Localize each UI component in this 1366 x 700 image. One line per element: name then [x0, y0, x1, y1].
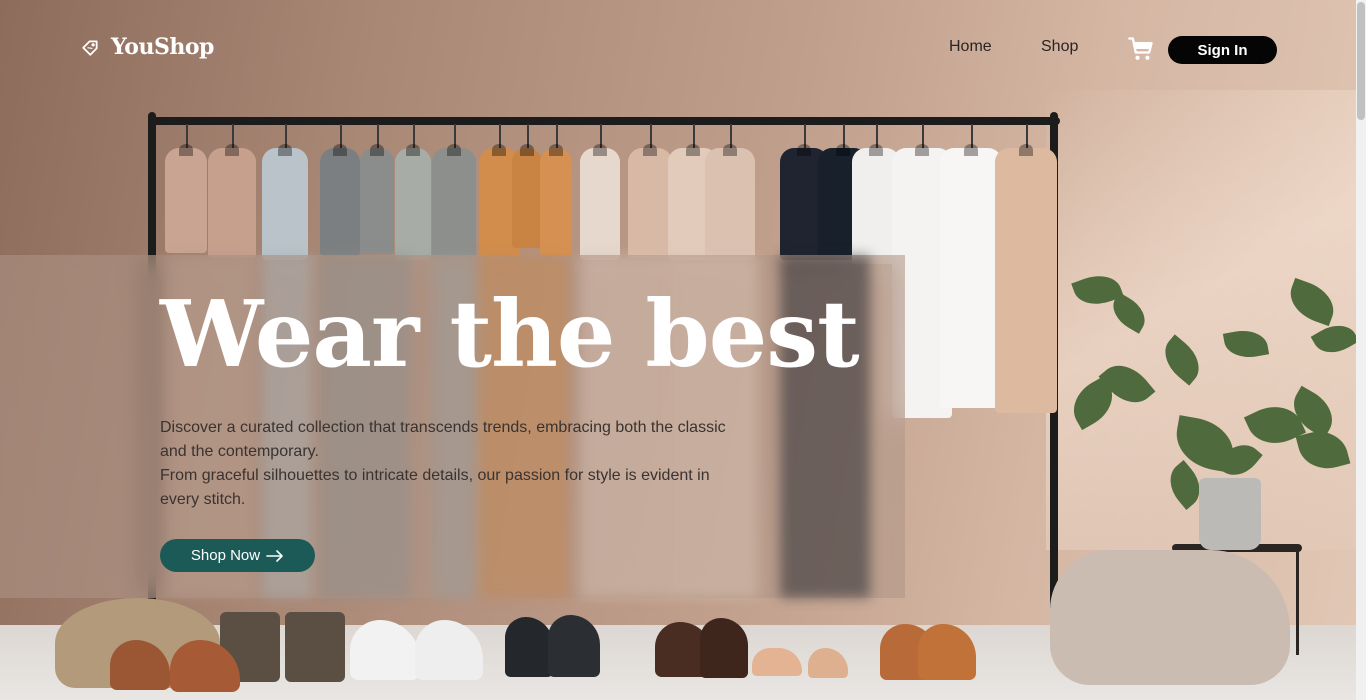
- garment: [705, 144, 755, 260]
- hero-description: Discover a curated collection that trans…: [160, 416, 750, 512]
- shop-now-label: Shop Now: [190, 547, 261, 564]
- hero-description-line: Discover a curated collection that trans…: [160, 419, 726, 460]
- garment: [540, 144, 572, 256]
- page-scrollbar[interactable]: [1356, 0, 1366, 700]
- small-basket: [285, 612, 345, 682]
- garment: [395, 144, 431, 260]
- tag-icon: [82, 40, 98, 56]
- garment: [262, 144, 308, 260]
- garment: [208, 144, 256, 258]
- plant-stand-leg: [1296, 550, 1299, 655]
- brand-name: YouShop: [111, 34, 214, 60]
- garment: [432, 144, 476, 258]
- shoe: [505, 617, 553, 677]
- nav-link-shop[interactable]: Shop: [1041, 38, 1078, 56]
- shoe: [548, 615, 600, 677]
- arrow-right-icon: [266, 549, 283, 562]
- garment: [940, 144, 1002, 408]
- plant-pot: [1199, 478, 1261, 550]
- sign-in-button[interactable]: Sign In: [1168, 36, 1277, 64]
- brand-logo[interactable]: YouShop: [79, 34, 214, 60]
- garment: [580, 144, 620, 260]
- shop-now-button[interactable]: Shop Now: [160, 539, 315, 572]
- garment: [165, 144, 207, 253]
- cart-icon[interactable]: [1127, 35, 1155, 63]
- knit-pouf: [1050, 550, 1290, 685]
- garment: [628, 144, 672, 258]
- garment: [320, 144, 360, 256]
- garment: [995, 144, 1057, 413]
- shoe: [700, 618, 748, 678]
- garment: [360, 144, 394, 254]
- scrollbar-thumb[interactable]: [1357, 2, 1365, 120]
- top-navbar: YouShop Home Shop Sign In: [0, 0, 1356, 100]
- garment: [512, 144, 542, 248]
- nav-link-home[interactable]: Home: [949, 38, 992, 56]
- hero-title: Wear the best: [160, 280, 860, 388]
- hero-description-line: From graceful silhouettes to intricate d…: [160, 467, 710, 508]
